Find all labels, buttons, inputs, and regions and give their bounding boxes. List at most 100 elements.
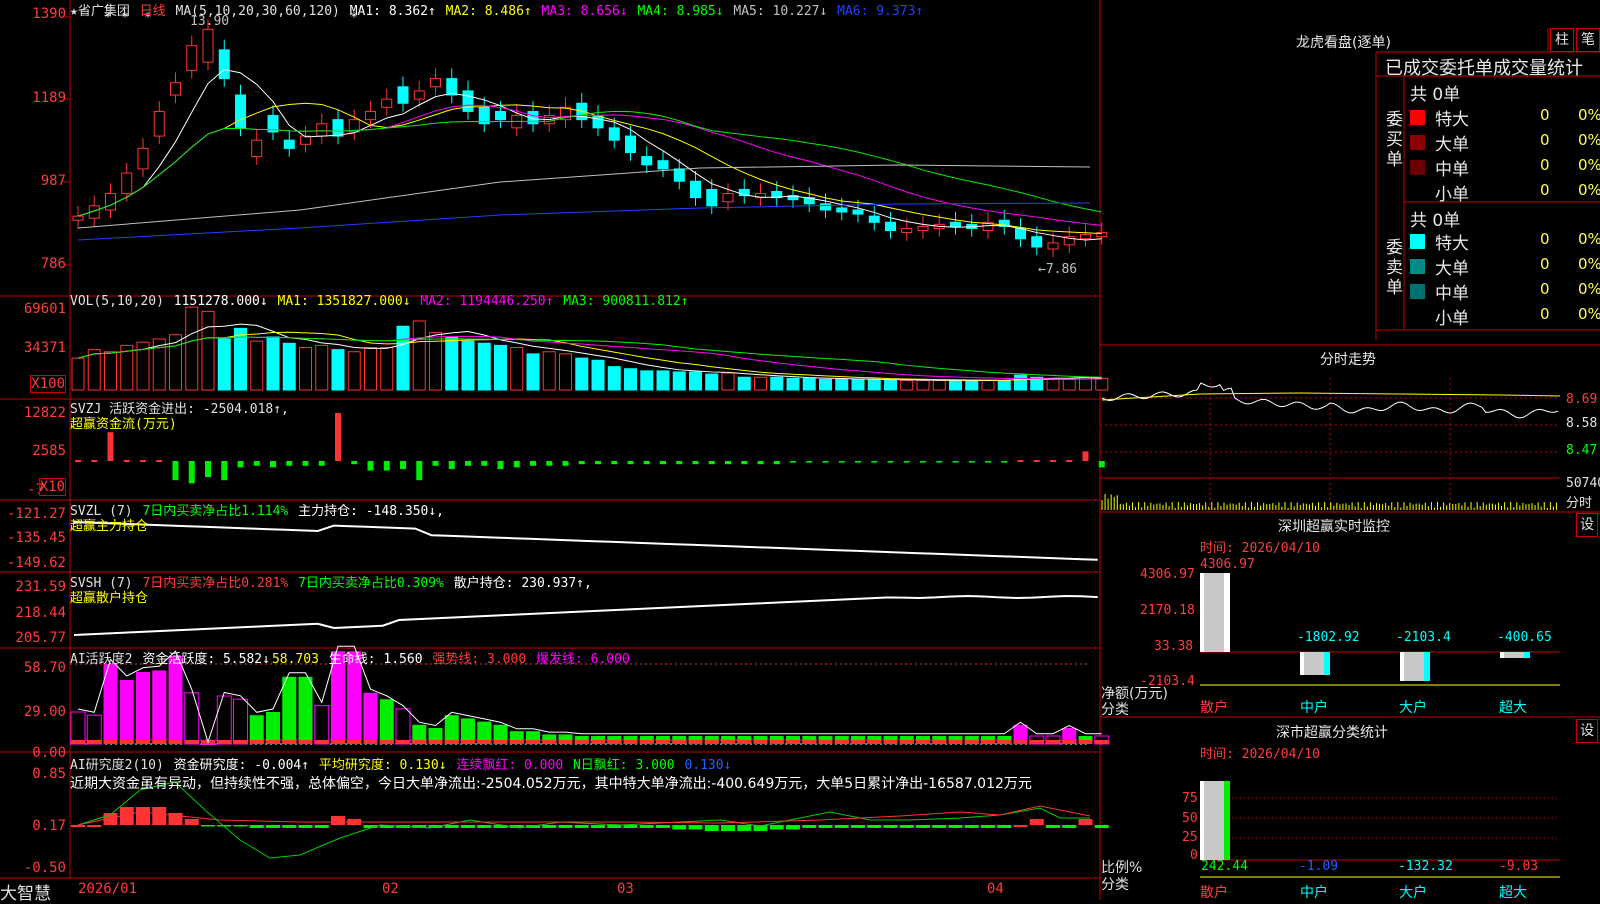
svzl-axis-3: -149.62: [6, 555, 66, 571]
flow-bar-out: [985, 461, 991, 463]
bar-mode-button[interactable]: 柱: [1550, 28, 1574, 52]
volume-bar-down: [282, 342, 296, 391]
ai2-axis-3: -0.50: [23, 860, 66, 876]
candle-down: [625, 135, 636, 153]
monitor-cat-retail: 散户: [1200, 700, 1228, 716]
research-bar-neg: [737, 825, 752, 831]
svzl-axis-2: -135.45: [6, 530, 66, 546]
volume-bar-up: [981, 379, 995, 391]
candle-up: [430, 78, 441, 88]
flow-bar-out: [1098, 461, 1105, 468]
candle-down: [397, 86, 409, 104]
class-axis-2: 50: [1182, 811, 1198, 826]
buy-percent: 0%: [1578, 181, 1600, 199]
activity-base: [591, 740, 605, 744]
activity-base: [1046, 740, 1060, 744]
candle-down: [446, 78, 458, 96]
vol-ma3: MA3: 900811.812↑: [563, 294, 689, 309]
research-bar-neg: [997, 825, 1012, 828]
activity-base: [444, 740, 459, 744]
monitor-bar-retail-edge: [1224, 573, 1230, 652]
candle-down: [608, 127, 620, 141]
activity-bar-outline: [86, 714, 102, 745]
svsh-ratio2: 7日内买卖净占比0.309%: [298, 576, 444, 591]
svzl-hold: 主力持仓: -148.350↓,: [298, 504, 444, 519]
candle-up: [413, 90, 425, 100]
ai2-title: AI研究度2(10): [70, 758, 164, 773]
buy-name: 小单: [1435, 185, 1469, 205]
ai1-title: AI活跃度2: [70, 652, 133, 667]
candle-up: [105, 193, 116, 211]
class-cat-large: 大户: [1399, 885, 1427, 901]
tick-mode-button[interactable]: 笔: [1576, 28, 1600, 52]
class-value-retail: 242.44: [1201, 859, 1248, 874]
research-bar-neg: [298, 825, 313, 828]
period-label[interactable]: 日线: [140, 4, 166, 19]
svsh-hold: 散户持仓: 230.937↑,: [453, 576, 592, 591]
flow-bar-out: [318, 461, 325, 466]
volume-bar-up: [412, 320, 426, 391]
candle-up: [137, 147, 149, 170]
research-bar-neg: [932, 825, 947, 828]
vol-header: VOL(5,10,20) 1151278.000↓ MA1: 1351827.0…: [70, 294, 691, 309]
flow-bar-out: [741, 461, 748, 465]
sell-count: 0: [1540, 230, 1550, 248]
svzl-subtitle: 超赢主力持仓: [70, 519, 149, 534]
research-bar-pos: [87, 825, 102, 827]
activity-bar-outline: [70, 711, 86, 745]
research-bar-neg: [233, 825, 248, 827]
flow-bar-out: [903, 461, 910, 463]
price-axis-2: 1189: [32, 90, 66, 106]
buy-percent: 0%: [1578, 131, 1600, 149]
ai1-axis-1: 58.70: [23, 660, 66, 676]
main-holding-line: [73, 521, 1098, 561]
flow-bar-out: [1001, 461, 1008, 463]
volume-bar-up: [299, 347, 312, 391]
flow-bar-out: [497, 461, 504, 469]
candle-down: [332, 119, 344, 137]
activity-base: [184, 740, 199, 744]
class-value-xlarge: -9.03: [1499, 859, 1539, 874]
retail-holding-line: [73, 594, 1098, 636]
research-bar-neg: [834, 825, 849, 828]
volume-bar-down: [867, 378, 881, 391]
volume-bar-up: [71, 357, 85, 391]
monitor-bar-large-shade: [1404, 652, 1426, 681]
svzl-ratio: 7日内买卖净占比1.114%: [142, 504, 289, 519]
research-bar-neg: [314, 825, 329, 828]
candle-up: [202, 28, 214, 63]
candle-down: [836, 207, 848, 213]
volume-bar-down: [786, 377, 800, 391]
monitor-settings-button[interactable]: 设: [1576, 513, 1598, 537]
vol-axis-unit: X100: [30, 375, 66, 393]
activity-base: [461, 740, 475, 744]
flow-bar-out: [871, 461, 878, 463]
activity-bar-outline: [216, 695, 232, 745]
volume-bar-up: [916, 379, 930, 391]
monitor-cat-large: 大户: [1399, 700, 1427, 716]
x-axis-mar: 03: [617, 881, 634, 897]
activity-base: [152, 740, 167, 744]
monitor-value-large: -2103.4: [1396, 630, 1451, 645]
research-bar-neg: [916, 825, 930, 828]
sell-name: 中单: [1435, 284, 1469, 304]
activity-bar-outline: [200, 743, 216, 745]
ai2-axis-2: 0.17: [32, 818, 66, 834]
monitor-bar-retail-shade: [1204, 573, 1226, 652]
flow-tick: [140, 460, 146, 462]
volume-bar-up: [364, 347, 377, 391]
monitor-value-medium: -1802.92: [1297, 630, 1360, 645]
flow-bar-in: [335, 413, 341, 461]
candle-up: [153, 110, 165, 137]
sell-name: 大单: [1435, 259, 1469, 279]
class-value-medium: -1.09: [1299, 859, 1339, 874]
activity-base: [379, 740, 394, 744]
ai1-axis-3: 0.00: [32, 745, 66, 761]
class-settings-button[interactable]: 设: [1576, 719, 1598, 743]
class-title: 深市超赢分类统计: [1276, 725, 1388, 741]
volume-bar-down: [672, 371, 686, 391]
vol-ma3-line: [77, 336, 1102, 378]
activity-base: [948, 740, 963, 744]
activity-base: [558, 740, 573, 744]
candle-up: [251, 139, 263, 158]
